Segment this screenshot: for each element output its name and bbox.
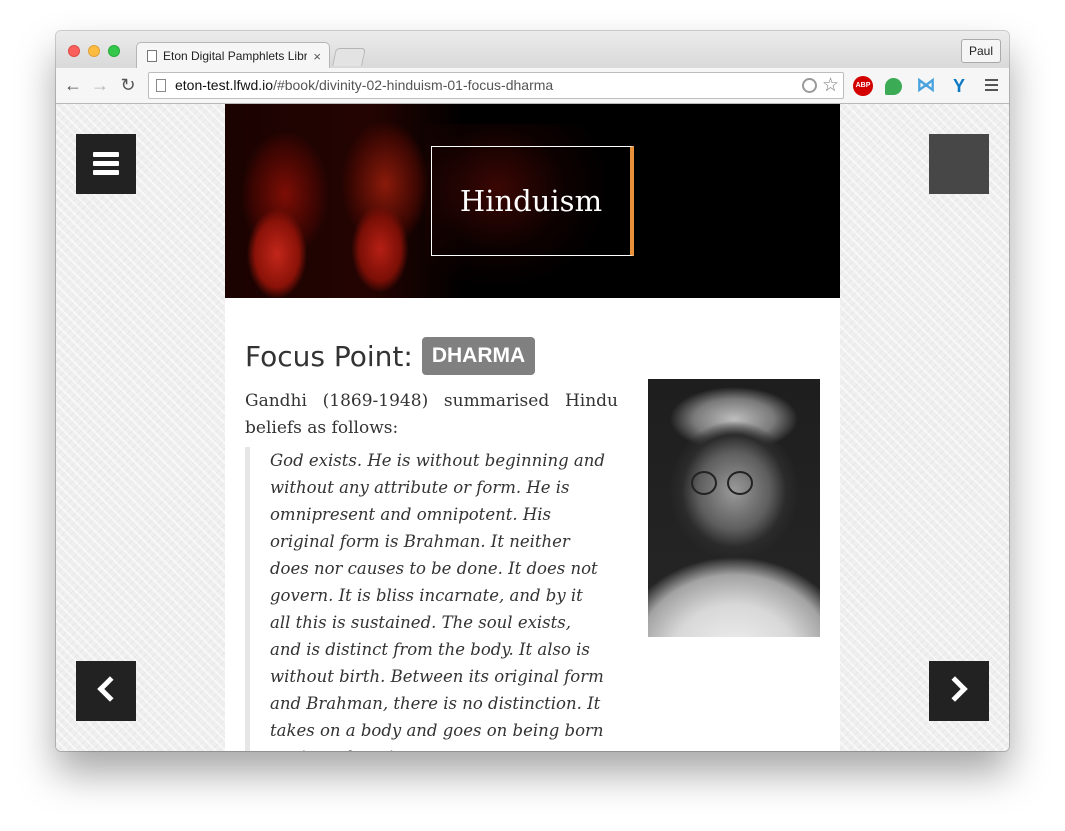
address-bar[interactable]: eton-test.lfwd.io/#book/divinity-02-hind… [148, 72, 844, 99]
url-path: /#book/divinity-02-hinduism-01-focus-dha… [273, 77, 554, 93]
pamphlet-page: Hinduism Focus Point: DHARMA Gandhi (186… [225, 104, 840, 751]
page-info-icon[interactable] [156, 79, 166, 92]
gandhi-portrait-image [648, 379, 820, 637]
mixpanel-icon[interactable]: ⋈ [916, 76, 936, 96]
next-page-button[interactable] [929, 661, 989, 721]
heading-label: Focus Point: [245, 339, 413, 373]
chevron-right-icon [942, 676, 968, 702]
chapter-banner: Hinduism [225, 104, 840, 298]
tab-strip: Eton Digital Pamphlets Libr × Paul [56, 31, 1009, 69]
browser-tab[interactable]: Eton Digital Pamphlets Libr × [136, 42, 330, 69]
browser-toolbar: ← → ↻ eton-test.lfwd.io/#book/divinity-0… [56, 68, 1009, 104]
chrome-menu-icon[interactable] [985, 79, 998, 91]
page-viewport: Hinduism Focus Point: DHARMA Gandhi (186… [56, 104, 1009, 751]
banner-title: Hinduism [431, 146, 634, 256]
adblock-plus-icon[interactable]: ABP [853, 76, 873, 96]
page-heading: Focus Point: DHARMA [245, 336, 536, 376]
profile-button[interactable]: Paul [960, 39, 1001, 63]
vision-extension-icon[interactable]: Y [949, 76, 969, 96]
heading-tag: DHARMA [421, 337, 536, 375]
tab-title: Eton Digital Pamphlets Libr [163, 49, 308, 63]
menu-button[interactable] [76, 134, 136, 194]
back-arrow-icon[interactable]: ← [62, 74, 84, 96]
browser-window: Eton Digital Pamphlets Libr × Paul ← → ↻… [56, 31, 1009, 751]
window-minimize-button[interactable] [88, 45, 100, 57]
forward-arrow-icon[interactable]: → [89, 74, 111, 96]
intro-paragraph: Gandhi (1869-1948) summarised Hindu beli… [245, 391, 618, 438]
window-maximize-button[interactable] [108, 45, 120, 57]
window-close-button[interactable] [68, 45, 80, 57]
new-tab-button[interactable] [332, 48, 366, 66]
page-icon [147, 50, 157, 62]
previous-page-button[interactable] [76, 661, 136, 721]
evernote-icon[interactable] [885, 78, 902, 95]
tab-close-icon[interactable]: × [313, 49, 321, 64]
reload-icon[interactable]: ↻ [117, 74, 139, 96]
bookmark-star-icon[interactable]: ☆ [822, 73, 839, 98]
location-target-icon[interactable] [802, 78, 817, 93]
chevron-left-icon [97, 676, 123, 702]
url-host: eton-test.lfwd.io [175, 77, 274, 93]
gandhi-quote: God exists. He is without beginning and … [245, 447, 605, 751]
hamburger-icon [93, 152, 119, 179]
secondary-panel-button[interactable] [929, 134, 989, 194]
